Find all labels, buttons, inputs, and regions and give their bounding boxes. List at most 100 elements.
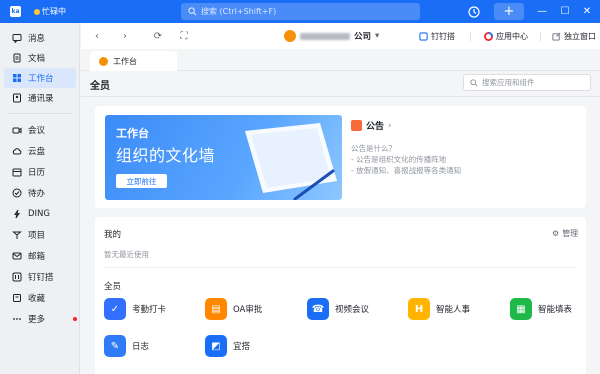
megaphone-icon <box>351 120 362 131</box>
back-icon[interactable]: ‹ <box>90 29 104 43</box>
sidebar-item-label: 云盘 <box>28 147 46 157</box>
main-content: ‹ › ⟳ ⛶ 公司 ▾ 钉钉搭 应用中心 独立窗口 工作台 全员 搜索应用和组… <box>81 23 600 374</box>
toolbar: ‹ › ⟳ ⛶ 公司 ▾ 钉钉搭 应用中心 独立窗口 <box>81 23 600 49</box>
dingtalk-builder-button[interactable]: 钉钉搭 <box>419 29 455 43</box>
notice-line: 公告是什么？ <box>351 144 396 153</box>
sidebar-item-todo[interactable]: 待办 <box>4 183 76 203</box>
workbench-panel: 全员 搜索应用和组件 工作台 组织的文化墙 立即前往 公告 › 公告是什么？ -… <box>81 71 600 374</box>
status-label: 忙碌中 <box>42 7 66 16</box>
go-now-button[interactable]: 立即前往 <box>116 174 167 188</box>
notice-line: - 公告是组织文化的传播阵地 <box>351 155 447 164</box>
toolbar-divider <box>470 32 471 41</box>
notice-section: 公告 › 公告是什么？ - 公告是组织文化的传播阵地 - 放假通知、喜报战报等各… <box>351 119 461 175</box>
app-oa-approval[interactable]: ▤ OA审批 <box>205 297 262 321</box>
settings-sliders-icon: ⚙ <box>552 229 560 238</box>
sidebar-item-label: 会议 <box>28 126 46 136</box>
notice-title: 公告 <box>366 122 385 132</box>
app-center-button[interactable]: 应用中心 <box>484 29 528 43</box>
search-icon <box>188 7 197 16</box>
tab-logo <box>99 56 108 66</box>
sidebar-item-cloud[interactable]: 云盘 <box>4 141 76 161</box>
contacts-icon <box>13 93 21 103</box>
status-dot-icon <box>34 8 40 15</box>
document-icon <box>13 53 21 63</box>
sidebar-item-label: 待办 <box>28 189 46 199</box>
app-label: 考勤打卡 <box>132 305 167 315</box>
tab-workbench[interactable]: 工作台 <box>90 51 177 71</box>
detach-window-label: 独立窗口 <box>564 31 596 41</box>
sidebar-item-favorites[interactable]: 收藏 <box>4 288 76 308</box>
manage-label: 管理 <box>562 229 579 238</box>
app-attendance[interactable]: ✓ 考勤打卡 <box>104 297 166 321</box>
search-icon <box>470 78 478 87</box>
announcement-card: 工作台 组织的文化墙 立即前往 公告 › 公告是什么？ - 公告是组织文化的传播… <box>95 106 586 208</box>
create-button[interactable]: + <box>494 3 524 20</box>
app-label: 视频会议 <box>335 305 370 315</box>
sidebar-divider <box>8 113 72 114</box>
minimize-icon[interactable]: — <box>535 4 549 18</box>
org-name-redacted <box>300 32 350 40</box>
ding-icon <box>14 209 20 219</box>
sidebar-item-label: 更多 <box>28 315 46 325</box>
sidebar-item-label: 日历 <box>28 168 46 178</box>
sidebar-item-label: 收藏 <box>28 294 46 304</box>
app-smart-form[interactable]: ▦ 智能填表 <box>510 297 572 321</box>
title-bar: ka 忙碌中 搜索 (Ctrl+Shift+F) + — ☐ ✕ <box>0 0 600 23</box>
mine-section-title: 我的 <box>104 230 122 240</box>
close-icon[interactable]: ✕ <box>580 4 594 18</box>
history-icon[interactable] <box>467 5 481 19</box>
log-icon: ✎ <box>104 335 126 357</box>
tablet-illustration-icon <box>245 123 337 200</box>
apps-card: 我的 ⚙ 管理 暂无最近使用 全员 ✓ 考勤打卡 ▤ OA审批 ☎ 视频会议 H <box>95 217 586 374</box>
sidebar-item-calendar[interactable]: 日历 <box>4 162 76 182</box>
org-logo <box>284 30 296 42</box>
mail-icon <box>12 252 22 260</box>
video-meeting-icon: ☎ <box>307 298 329 320</box>
detach-window-button[interactable]: 独立窗口 <box>552 29 596 43</box>
message-icon <box>12 34 22 43</box>
sidebar-item-label: 邮箱 <box>28 252 46 262</box>
search-placeholder: 搜索 (Ctrl+Shift+F) <box>201 7 277 16</box>
sidebar-item-ding[interactable]: DING <box>4 204 76 224</box>
app-video-meeting[interactable]: ☎ 视频会议 <box>307 297 369 321</box>
sidebar-item-workbench[interactable]: 工作台 <box>4 68 76 88</box>
app-center-label: 应用中心 <box>496 31 528 41</box>
notification-dot <box>73 317 77 321</box>
culture-banner[interactable]: 工作台 组织的文化墙 立即前往 <box>105 115 342 200</box>
refresh-icon[interactable]: ⟳ <box>151 29 165 43</box>
toolbar-divider <box>540 32 541 41</box>
sidebar-item-label: 通讯录 <box>28 94 54 104</box>
app-smart-hr[interactable]: H 智能人事 <box>408 297 470 321</box>
forward-icon[interactable]: › <box>118 29 132 43</box>
cloud-icon <box>12 148 22 155</box>
sidebar-item-meeting[interactable]: 会议 <box>4 120 76 140</box>
expand-icon[interactable]: ⛶ <box>177 29 191 43</box>
sidebar-item-docs[interactable]: 文档 <box>4 48 76 68</box>
notice-header[interactable]: 公告 › <box>351 119 392 132</box>
sidebar-item-messages[interactable]: 消息 <box>4 28 76 48</box>
notice-line: - 放假通知、喜报战报等各类通知 <box>351 166 462 175</box>
app-yida[interactable]: ◩ 宜搭 <box>205 334 250 358</box>
yida-icon: ◩ <box>205 335 227 357</box>
manage-button[interactable]: ⚙ 管理 <box>552 228 578 239</box>
sidebar-item-contacts[interactable]: 通讯录 <box>4 88 76 108</box>
sidebar-item-more[interactable]: 更多 <box>4 309 77 329</box>
status-button[interactable]: 忙碌中 <box>30 4 70 19</box>
org-switcher[interactable]: 公司 ▾ <box>284 29 379 43</box>
sidebar-item-builder[interactable]: 钉钉搭 <box>4 267 76 287</box>
sidebar-item-project[interactable]: 项目 <box>4 225 76 245</box>
sidebar-item-label: 钉钉搭 <box>28 273 54 283</box>
app-search-input[interactable]: 搜索应用和组件 <box>463 74 591 91</box>
sidebar-item-label: DING <box>28 209 50 219</box>
sidebar-item-label: 文档 <box>28 54 46 64</box>
sidebar-item-mail[interactable]: 邮箱 <box>4 246 76 266</box>
global-search-input[interactable]: 搜索 (Ctrl+Shift+F) <box>181 3 420 20</box>
sidebar-item-label: 项目 <box>28 231 46 241</box>
smart-hr-icon: H <box>408 298 430 320</box>
app-log[interactable]: ✎ 日志 <box>104 334 149 358</box>
chevron-right-icon: › <box>388 120 392 131</box>
maximize-icon[interactable]: ☐ <box>558 4 572 18</box>
org-name-suffix: 公司 <box>354 32 372 42</box>
empty-recent-text: 暂无最近使用 <box>104 250 149 259</box>
section-divider <box>104 267 577 268</box>
